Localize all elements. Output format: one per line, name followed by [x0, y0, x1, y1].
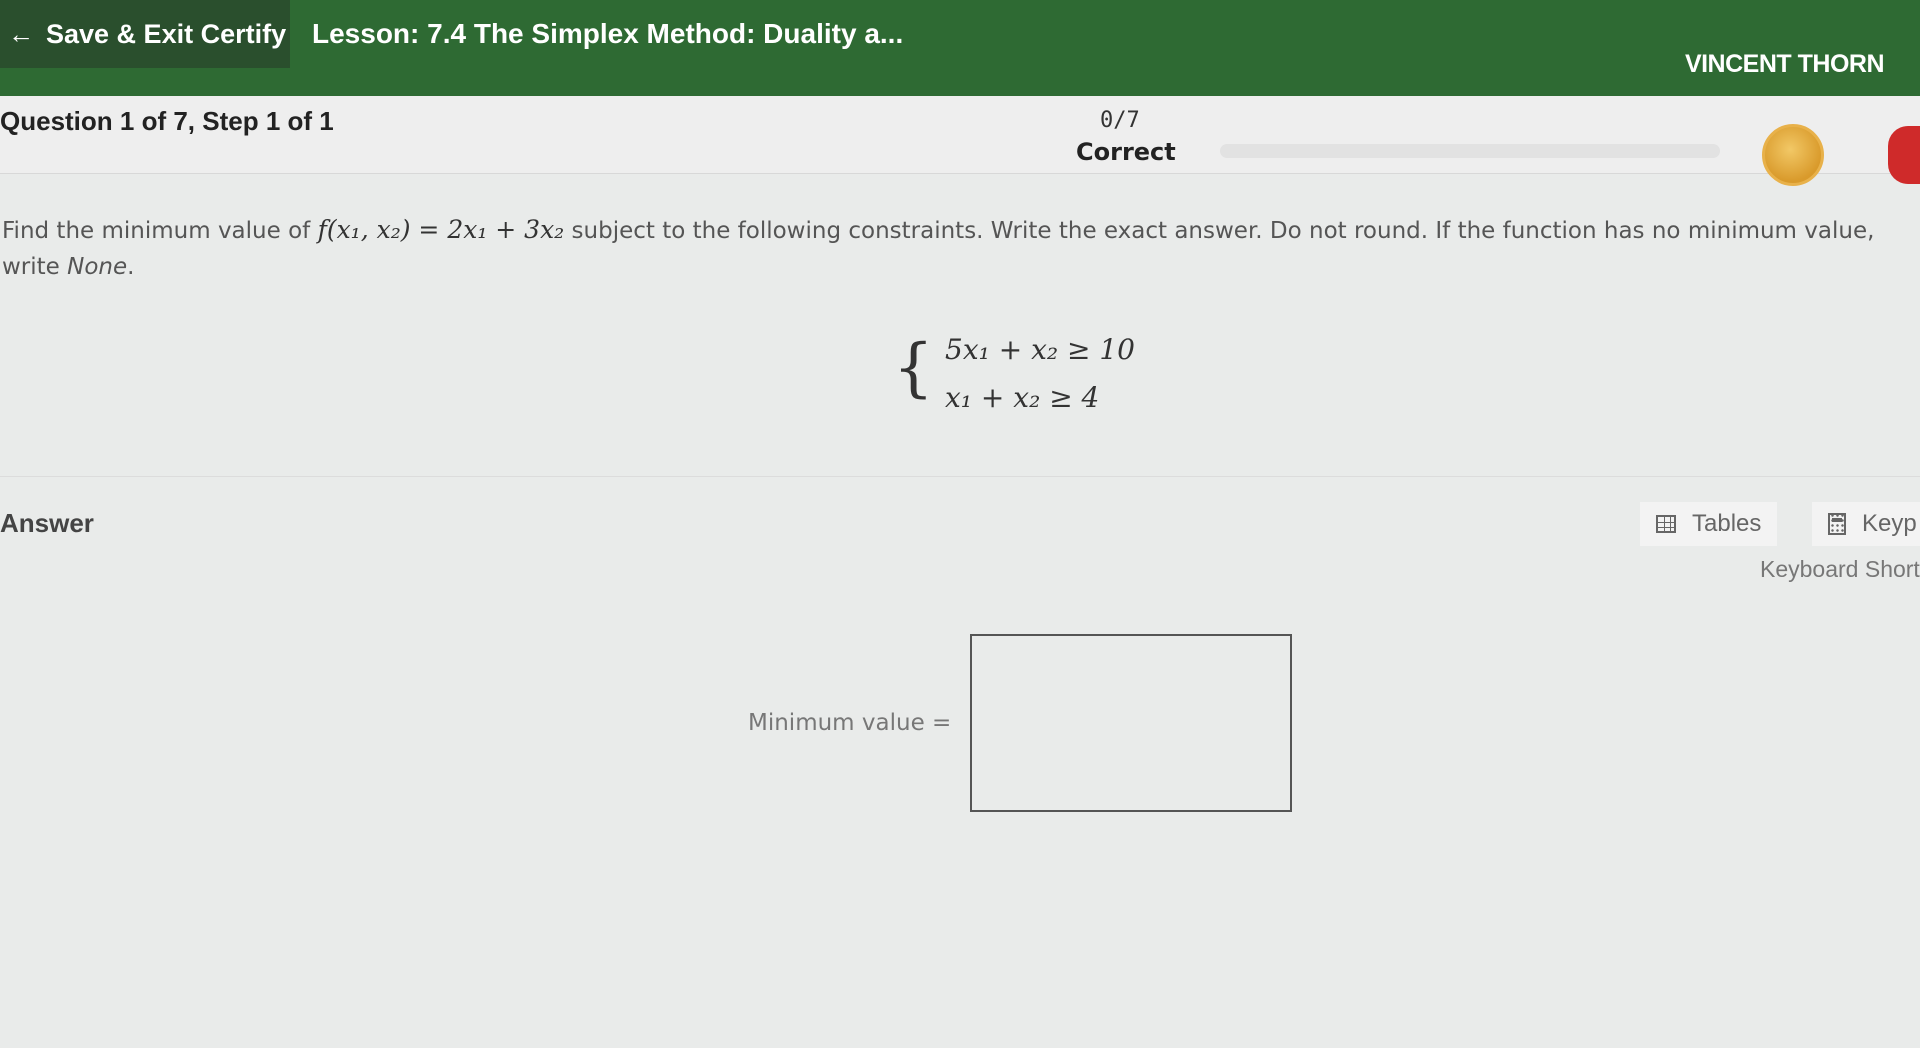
table-grid-icon	[1656, 515, 1676, 533]
lesson-title: Lesson: 7.4 The Simplex Method: Duality …	[312, 18, 904, 49]
tables-button[interactable]: Tables	[1640, 502, 1778, 546]
none-keyword: None	[67, 254, 128, 280]
answer-heading: Answer	[0, 508, 94, 538]
question-header: Question 1 of 7, Step 1 of 1 0/7 Correct	[0, 96, 1920, 186]
flag-icon[interactable]	[1888, 126, 1920, 184]
score-count: 0/7	[1100, 108, 1140, 133]
score-progress-bar	[1220, 144, 1720, 158]
question-text: Find the minimum value of f(x₁, x₂) = 2x…	[2, 212, 1912, 285]
keypad-label: Keyp	[1862, 510, 1917, 537]
question-prefix: Find the minimum value of	[2, 218, 318, 244]
score-label: Correct	[1076, 138, 1176, 166]
section-divider	[0, 476, 1920, 477]
minimum-value-input[interactable]	[970, 634, 1292, 812]
tables-label: Tables	[1692, 510, 1762, 537]
constraint-row: 5x₁ + x₂ ≥ 10	[945, 333, 1135, 366]
objective-function: f(x₁, x₂) = 2x₁ + 3x₂	[317, 215, 565, 244]
top-bar: ← Save & Exit Certify Lesson: 7.4 The Si…	[0, 0, 1920, 96]
arrow-left-icon: ←	[8, 18, 34, 49]
constraint-row: x₁ + x₂ ≥ 4	[945, 381, 1100, 414]
save-exit-label: Save & Exit Certify	[46, 18, 287, 49]
keyboard-shortcuts-link[interactable]: Keyboard Short	[1760, 556, 1920, 583]
coin-icon[interactable]	[1762, 124, 1824, 186]
user-name[interactable]: VINCENT THORN	[1685, 50, 1885, 79]
minimum-value-label: Minimum value =	[748, 710, 952, 736]
question-period: .	[127, 254, 135, 280]
save-exit-button[interactable]: ← Save & Exit Certify	[0, 0, 290, 68]
keypad-icon	[1828, 513, 1846, 535]
brace-symbol: {	[893, 331, 934, 405]
constraint-system: { 5x₁ + x₂ ≥ 10 x₁ + x₂ ≥ 4	[893, 326, 1135, 422]
question-progress: Question 1 of 7, Step 1 of 1	[0, 106, 334, 136]
keypad-button[interactable]: Keyp	[1812, 502, 1920, 546]
